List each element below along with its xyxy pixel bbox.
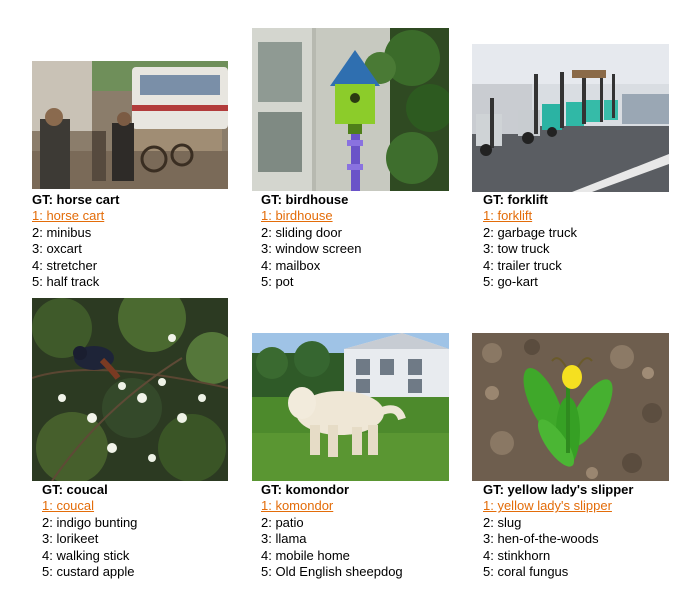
ground-truth-label: GT: horse cart	[32, 192, 120, 207]
prediction-3: 3: llama	[261, 531, 307, 547]
prediction-1: 1: horse cart	[32, 208, 105, 224]
prediction-3: 3: lorikeet	[42, 531, 99, 547]
prediction-3: 3: hen-of-the-woods	[483, 531, 599, 547]
prediction-2: 2: indigo bunting	[42, 514, 138, 530]
prediction-3: 3: oxcart	[32, 241, 82, 257]
ground-truth-label: GT: komondor	[261, 482, 350, 497]
prediction-2: 2: sliding door	[261, 224, 342, 240]
coucal-photo	[32, 298, 228, 481]
figure: GT: horse cart 1: horse cart 2: minibus …	[0, 0, 690, 589]
horse-cart-photo	[32, 61, 228, 189]
birdhouse-photo	[252, 28, 449, 191]
prediction-4: 4: mailbox	[261, 257, 321, 273]
prediction-5: 5: custard apple	[42, 564, 135, 580]
prediction-2: 2: garbage truck	[483, 224, 577, 240]
prediction-2: 2: minibus	[32, 224, 92, 240]
prediction-1: 1: yellow lady's slipper	[483, 498, 612, 514]
prediction-4: 4: stinkhorn	[483, 547, 551, 563]
prediction-2: 2: slug	[483, 514, 522, 530]
komondor-photo	[252, 333, 449, 481]
prediction-3: 3: window screen	[261, 241, 362, 257]
prediction-5: 5: Old English sheepdog	[261, 564, 403, 580]
prediction-1: 1: coucal	[42, 498, 95, 514]
prediction-1: 1: forklift	[483, 208, 533, 224]
ground-truth-label: GT: birdhouse	[261, 192, 349, 207]
prediction-2: 2: patio	[261, 514, 304, 530]
prediction-3: 3: tow truck	[483, 241, 550, 257]
ground-truth-label: GT: coucal	[42, 482, 108, 497]
prediction-4: 4: trailer truck	[483, 257, 562, 273]
prediction-4: 4: mobile home	[261, 547, 350, 563]
prediction-5: 5: half track	[32, 274, 100, 290]
prediction-1: 1: birdhouse	[261, 208, 333, 224]
prediction-4: 4: stretcher	[32, 257, 98, 273]
ground-truth-label: GT: yellow lady's slipper	[483, 482, 634, 497]
prediction-5: 5: go-kart	[483, 274, 538, 290]
forklift-photo	[472, 44, 669, 192]
yellow-ladys-slipper-photo	[472, 333, 669, 481]
prediction-5: 5: pot	[261, 274, 294, 290]
prediction-1: 1: komondor	[261, 498, 334, 514]
ground-truth-label: GT: forklift	[483, 192, 548, 207]
prediction-5: 5: coral fungus	[483, 564, 569, 580]
prediction-4: 4: walking stick	[42, 547, 130, 563]
